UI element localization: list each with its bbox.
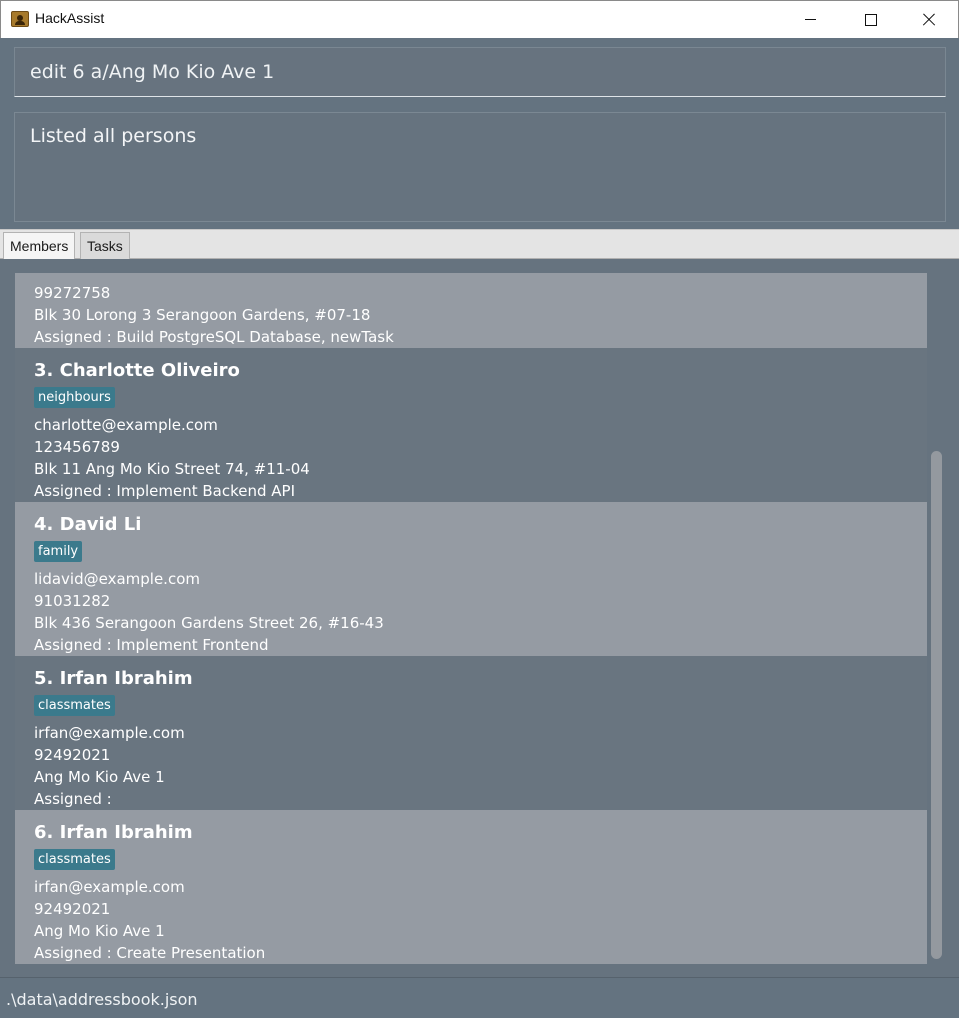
member-name: 4. David Li: [34, 514, 142, 535]
member-assigned: Assigned :: [34, 790, 112, 808]
command-box: [14, 47, 946, 97]
member-address: Blk 436 Serangoon Gardens Street 26, #16…: [34, 614, 384, 632]
member-tag: family: [34, 541, 83, 562]
member-assigned: Assigned : Build PostgreSQL Database, ne…: [34, 328, 394, 346]
member-phone: 92492021: [34, 746, 111, 764]
close-icon[interactable]: [899, 1, 957, 38]
member-address: Blk 11 Ang Mo Kio Street 74, #11-04: [34, 460, 310, 478]
member-phone: 99272758: [34, 284, 111, 302]
member-tag: classmates: [34, 849, 115, 870]
member-email: charlotte@example.com: [34, 416, 218, 434]
member-name: 6. Irfan Ibrahim: [34, 822, 193, 843]
member-tag: classmates: [34, 695, 115, 716]
member-email: lidavid@example.com: [34, 570, 200, 588]
list-scrollbar-thumb[interactable]: [931, 451, 942, 959]
tab-members[interactable]: Members: [3, 232, 76, 260]
member-assigned: Assigned : Create Presentation: [34, 944, 266, 962]
title-bar: HackAssist: [0, 0, 959, 38]
member-card[interactable]: 99272758 Blk 30 Lorong 3 Serangoon Garde…: [15, 273, 927, 348]
member-card[interactable]: 6. Irfan Ibrahim classmates irfan@exampl…: [15, 810, 927, 964]
result-display: Listed all persons: [14, 112, 946, 222]
status-bar: .\data\addressbook.json: [0, 977, 959, 1018]
member-name: 5. Irfan Ibrahim: [34, 668, 193, 689]
member-card[interactable]: 5. Irfan Ibrahim classmates irfan@exampl…: [15, 656, 927, 810]
window-title: HackAssist: [35, 10, 105, 26]
member-list: 99272758 Blk 30 Lorong 3 Serangoon Garde…: [0, 259, 959, 977]
member-phone: 123456789: [34, 438, 120, 456]
member-address: Ang Mo Kio Ave 1: [34, 922, 165, 940]
minimize-icon[interactable]: [781, 1, 839, 38]
member-tag: neighbours: [34, 387, 115, 408]
maximize-icon[interactable]: [841, 1, 899, 38]
member-phone: 92492021: [34, 900, 111, 918]
tab-bar: Members Tasks: [0, 229, 959, 260]
member-name: 3. Charlotte Oliveiro: [34, 360, 240, 381]
member-email: irfan@example.com: [34, 878, 185, 896]
member-address: Blk 30 Lorong 3 Serangoon Gardens, #07-1…: [34, 306, 371, 324]
tab-tasks[interactable]: Tasks: [80, 232, 130, 260]
member-card[interactable]: 3. Charlotte Oliveiro neighbours charlot…: [15, 348, 927, 502]
member-list-viewport[interactable]: 99272758 Blk 30 Lorong 3 Serangoon Garde…: [15, 273, 927, 965]
member-email: irfan@example.com: [34, 724, 185, 742]
command-input[interactable]: [30, 61, 930, 83]
member-assigned: Assigned : Implement Frontend: [34, 636, 269, 654]
member-assigned: Assigned : Implement Backend API: [34, 482, 296, 500]
member-card[interactable]: 4. David Li family lidavid@example.com 9…: [15, 502, 927, 656]
member-phone: 91031282: [34, 592, 111, 610]
save-location-path: .\data\addressbook.json: [6, 990, 198, 1009]
command-box-area: [0, 38, 959, 104]
result-text: Listed all persons: [30, 125, 197, 147]
member-address: Ang Mo Kio Ave 1: [34, 768, 165, 786]
app-contacts-icon: [11, 11, 29, 27]
